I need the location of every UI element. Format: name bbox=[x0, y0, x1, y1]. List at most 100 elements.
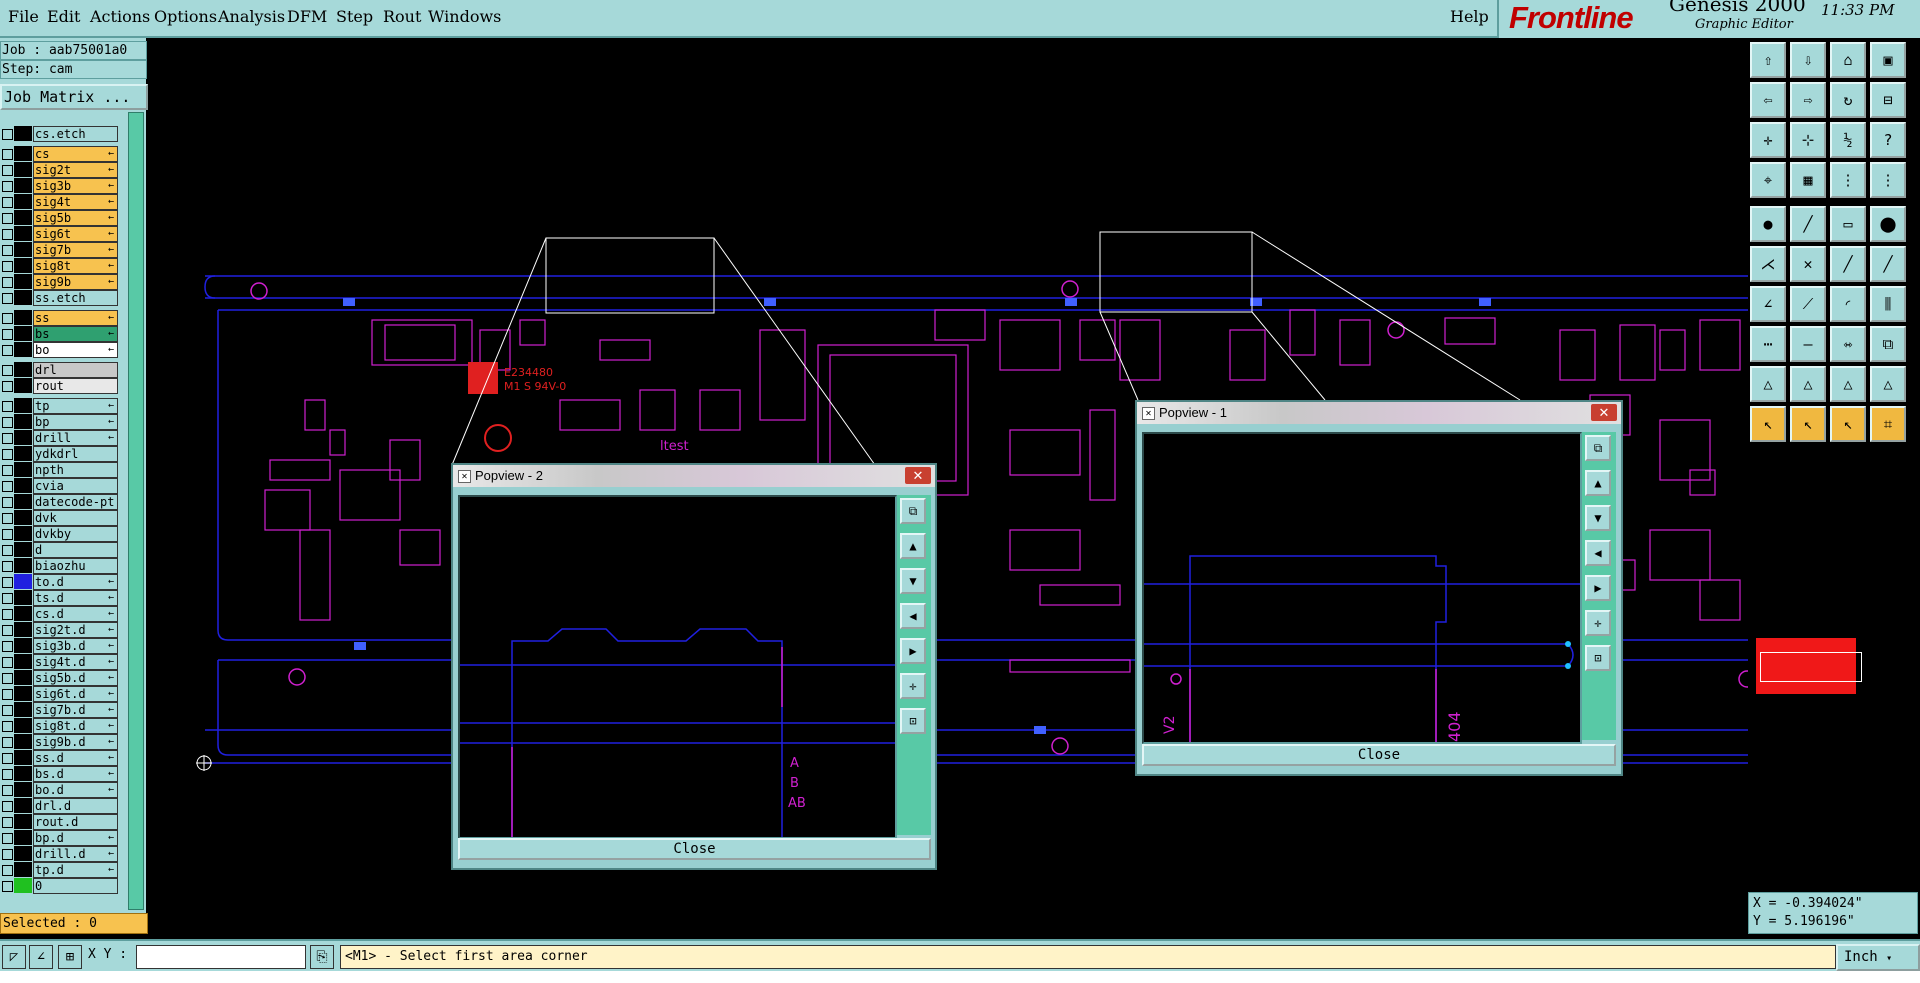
layer-row[interactable]: cs.etch bbox=[0, 126, 118, 142]
layer-name[interactable]: cs.etch bbox=[33, 126, 118, 142]
layer-checkbox[interactable] bbox=[2, 657, 13, 668]
layer-name[interactable]: drill.d ← bbox=[33, 846, 118, 862]
layer-name[interactable]: sig6t ← bbox=[33, 226, 118, 242]
layer-color-swatch[interactable] bbox=[14, 590, 32, 605]
layer-color-swatch[interactable] bbox=[14, 194, 32, 209]
layer-checkbox[interactable] bbox=[2, 801, 13, 812]
layer-name[interactable]: bs.d ← bbox=[33, 766, 118, 782]
ruler-icon[interactable]: ▭ bbox=[1830, 206, 1866, 242]
layer-row[interactable]: sig2t ← bbox=[0, 162, 118, 178]
layer-checkbox[interactable] bbox=[2, 313, 13, 324]
layer-row[interactable]: sig3b.d ← bbox=[0, 638, 118, 654]
layer-row[interactable]: sig4t ← bbox=[0, 194, 118, 210]
menu-options[interactable]: Options bbox=[154, 7, 217, 26]
layer-name[interactable]: biaozhu bbox=[33, 558, 118, 574]
measure-icon[interactable]: ⌖ bbox=[1750, 162, 1786, 198]
layer-row[interactable]: dvkby bbox=[0, 526, 118, 542]
layer-checkbox[interactable] bbox=[2, 577, 13, 588]
layer-checkbox[interactable] bbox=[2, 769, 13, 780]
layer-checkbox[interactable] bbox=[2, 433, 13, 444]
pad-icon[interactable]: ● bbox=[1750, 206, 1786, 242]
layer-color-swatch[interactable] bbox=[14, 362, 32, 377]
layer-checkbox[interactable] bbox=[2, 365, 13, 376]
layer-checkbox[interactable] bbox=[2, 229, 13, 240]
layer-checkbox[interactable] bbox=[2, 481, 13, 492]
layer-checkbox[interactable] bbox=[2, 197, 13, 208]
layer-checkbox[interactable] bbox=[2, 449, 13, 460]
layer-name[interactable]: tp.d ← bbox=[33, 862, 118, 878]
layer-name[interactable]: sig9b ← bbox=[33, 274, 118, 290]
xy-enter-icon[interactable]: ⎘ bbox=[310, 945, 334, 969]
pan-right-icon[interactable]: ⇨ bbox=[1790, 82, 1826, 118]
layer-name[interactable]: ss.d ← bbox=[33, 750, 118, 766]
layer-row[interactable]: drl.d bbox=[0, 798, 118, 814]
layer-color-swatch[interactable] bbox=[14, 622, 32, 637]
layer-row[interactable]: cs ← bbox=[0, 146, 118, 162]
line-color-icon[interactable]: ╱ bbox=[1790, 206, 1826, 242]
layer-scrollbar[interactable] bbox=[128, 112, 144, 910]
layer-row[interactable]: drill ← bbox=[0, 430, 118, 446]
popview-pan-left-icon[interactable]: ◀ bbox=[1585, 540, 1611, 566]
layer-row[interactable]: sig6t ← bbox=[0, 226, 118, 242]
layer-checkbox[interactable] bbox=[2, 625, 13, 636]
popview-pan-down-icon[interactable]: ▼ bbox=[900, 568, 926, 594]
layer-color-swatch[interactable] bbox=[14, 226, 32, 241]
layer-color-swatch[interactable] bbox=[14, 638, 32, 653]
layer-color-swatch[interactable] bbox=[14, 798, 32, 813]
layer-checkbox[interactable] bbox=[2, 609, 13, 620]
pan-down-icon[interactable]: ⇩ bbox=[1790, 42, 1826, 78]
popview-1-close-button[interactable]: Close bbox=[1142, 744, 1616, 766]
layer-row[interactable]: sig5b ← bbox=[0, 210, 118, 226]
layer-name[interactable]: sig6t.d ← bbox=[33, 686, 118, 702]
layer-name[interactable]: to.d ← bbox=[33, 574, 118, 590]
copy-icon[interactable]: ⧉ bbox=[1870, 326, 1906, 362]
layer-row[interactable]: sig6t.d ← bbox=[0, 686, 118, 702]
job-matrix-button[interactable]: Job Matrix ... bbox=[0, 84, 148, 110]
menu-help[interactable]: Help bbox=[1450, 7, 1489, 26]
popview-zoom-in-icon[interactable]: ✛ bbox=[1585, 610, 1611, 636]
layer-name[interactable]: sig5b.d ← bbox=[33, 670, 118, 686]
grid-mode-icon[interactable]: ⊞ bbox=[58, 945, 82, 969]
layer-name[interactable]: sig9b.d ← bbox=[33, 734, 118, 750]
layer-checkbox[interactable] bbox=[2, 705, 13, 716]
layer-row[interactable]: drill.d ← bbox=[0, 846, 118, 862]
layer-checkbox[interactable] bbox=[2, 833, 13, 844]
layer-row[interactable]: sig4t.d ← bbox=[0, 654, 118, 670]
layer-name[interactable]: drl bbox=[33, 362, 118, 378]
triangle-icon[interactable]: △ bbox=[1750, 366, 1786, 402]
layer-name[interactable]: cs.d ← bbox=[33, 606, 118, 622]
layer-row[interactable]: bp ← bbox=[0, 414, 118, 430]
layer-color-swatch[interactable] bbox=[14, 830, 32, 845]
layer-name[interactable]: ydkdrl bbox=[33, 446, 118, 462]
layer-color-swatch[interactable] bbox=[14, 878, 32, 893]
layer-color-swatch[interactable] bbox=[14, 526, 32, 541]
unit-selector[interactable]: Inch ▾ bbox=[1836, 944, 1920, 971]
xy-input[interactable] bbox=[136, 945, 306, 969]
layer-row[interactable]: npth bbox=[0, 462, 118, 478]
layer-row[interactable]: d bbox=[0, 542, 118, 558]
menu-actions[interactable]: Actions bbox=[90, 7, 150, 26]
layer-color-swatch[interactable] bbox=[14, 430, 32, 445]
layer-checkbox[interactable] bbox=[2, 401, 13, 412]
layer-name[interactable]: bo ← bbox=[33, 342, 118, 358]
layer-row[interactable]: 0 bbox=[0, 878, 118, 894]
layer-checkbox[interactable] bbox=[2, 881, 13, 892]
popview-pan-up-icon[interactable]: ▲ bbox=[1585, 470, 1611, 496]
layer-color-swatch[interactable] bbox=[14, 414, 32, 429]
layer-color-swatch[interactable] bbox=[14, 654, 32, 669]
layer-name[interactable]: sig8t.d ← bbox=[33, 718, 118, 734]
popview-pan-left-icon[interactable]: ◀ bbox=[900, 603, 926, 629]
window-zoom-icon[interactable]: ▣ bbox=[1870, 42, 1906, 78]
layer-row[interactable]: sig3b ← bbox=[0, 178, 118, 194]
layer-name[interactable]: npth bbox=[33, 462, 118, 478]
layer-name[interactable]: sig2t ← bbox=[33, 162, 118, 178]
menu-windows[interactable]: Windows bbox=[428, 7, 501, 26]
layer-name[interactable]: cvia bbox=[33, 478, 118, 494]
layer-name[interactable]: dvk bbox=[33, 510, 118, 526]
layer-checkbox[interactable] bbox=[2, 329, 13, 340]
popview-zoom-in-icon[interactable]: ✛ bbox=[900, 673, 926, 699]
popview-zoom-window-icon[interactable]: ⧉ bbox=[1585, 435, 1611, 461]
layer-color-swatch[interactable] bbox=[14, 510, 32, 525]
popview-zoom-out-icon[interactable]: ⊡ bbox=[900, 708, 926, 734]
layer-color-swatch[interactable] bbox=[14, 258, 32, 273]
